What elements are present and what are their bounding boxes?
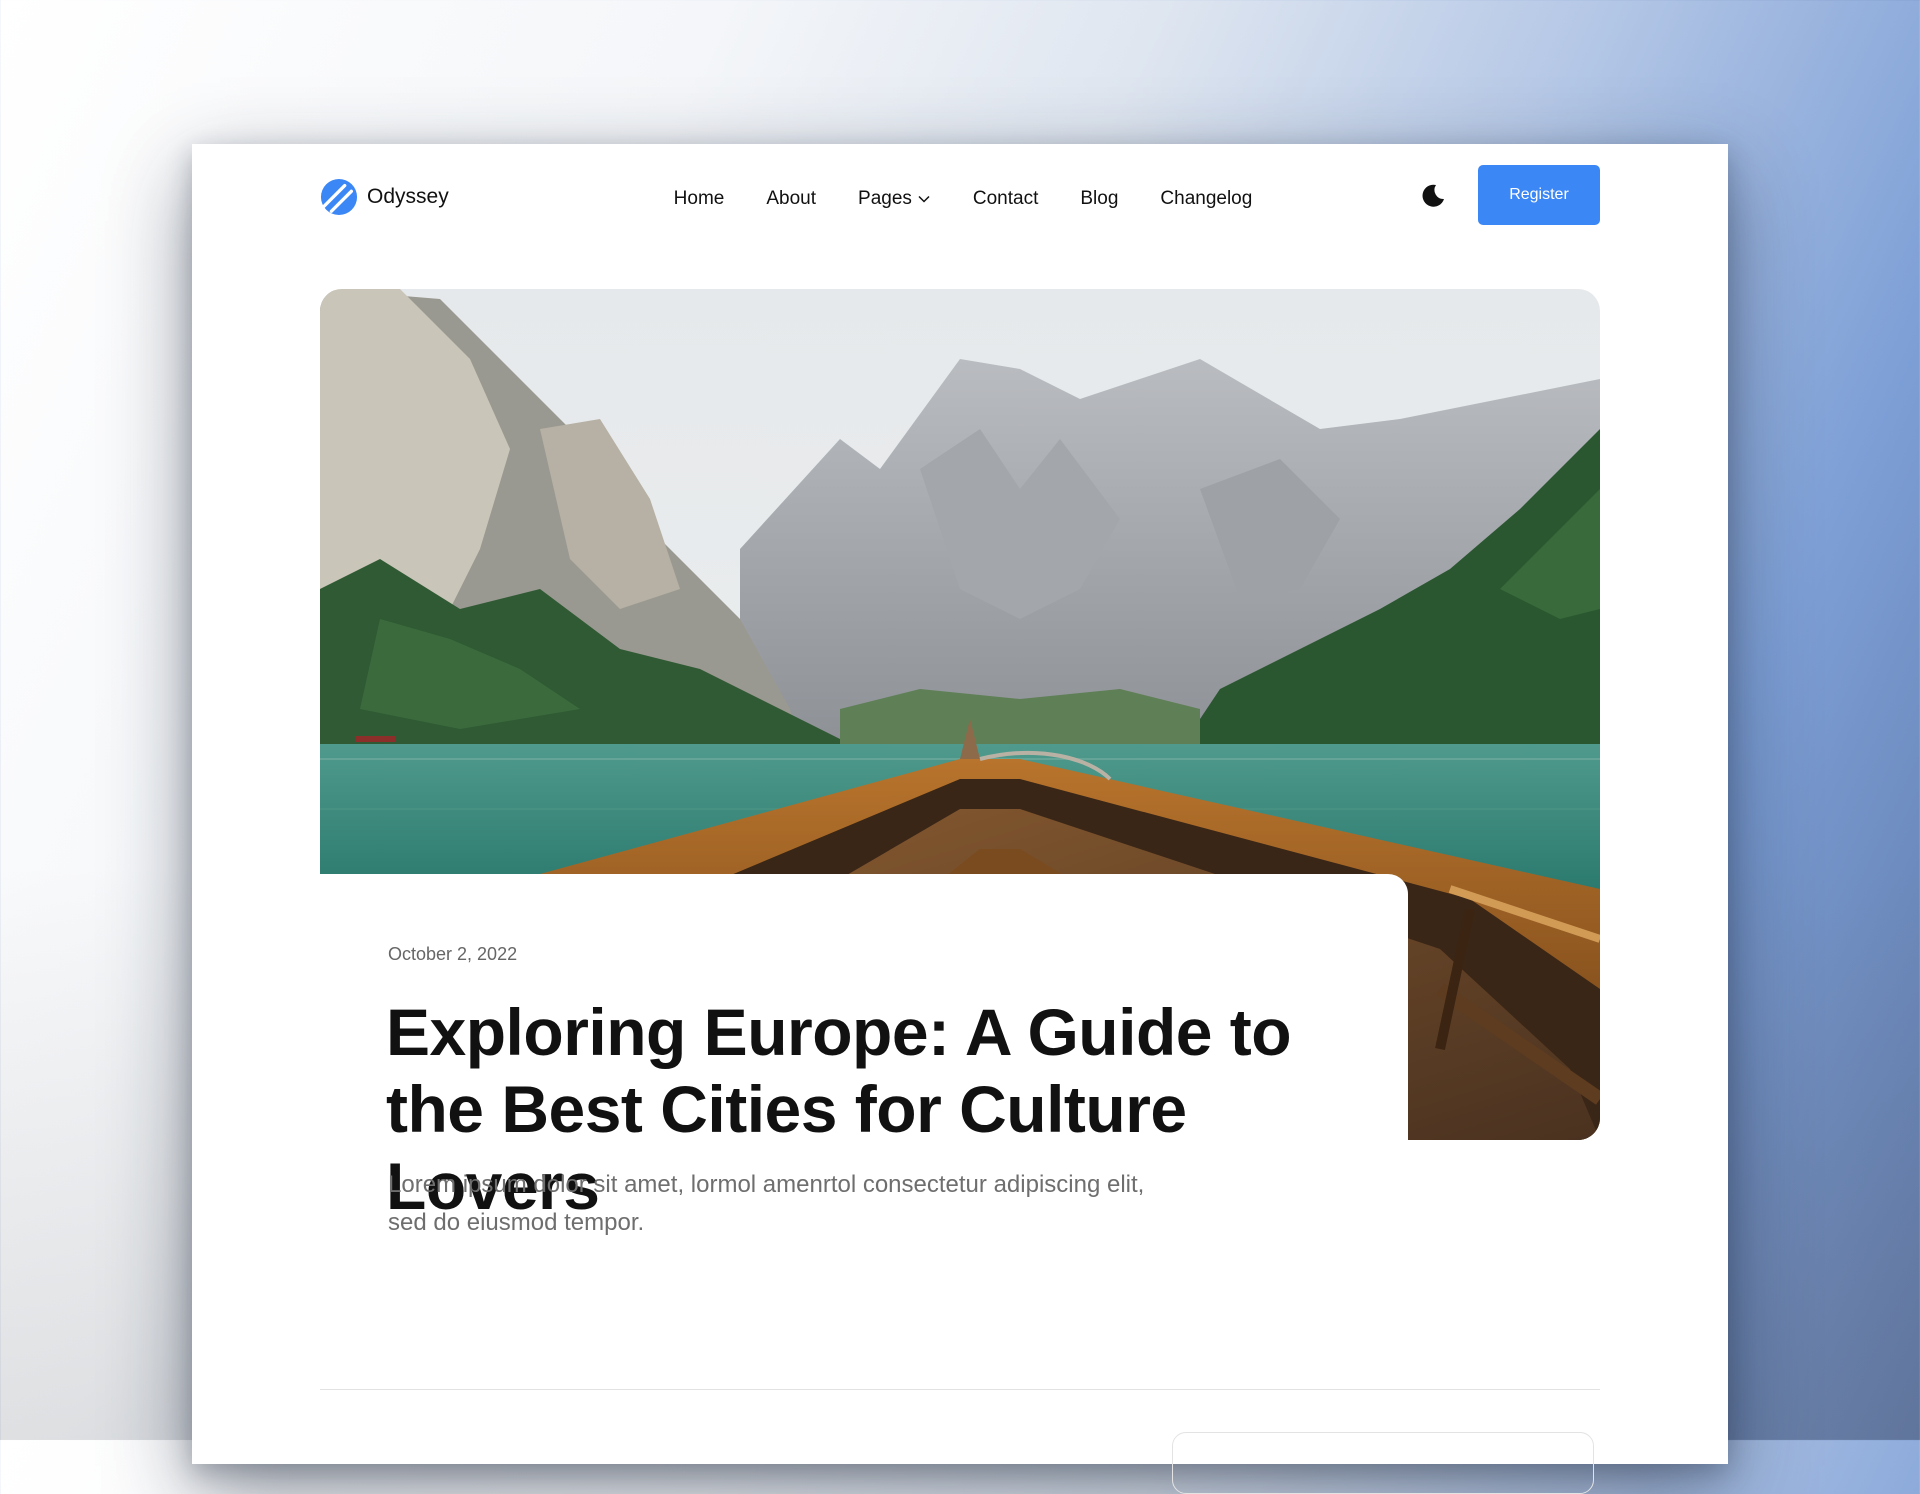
browser-window: Odyssey Home About Pages Contact Blog Ch… [192,144,1728,1494]
nav-pages-label: Pages [858,188,912,209]
nav-about[interactable]: About [766,184,816,214]
post-date: October 2, 2022 [388,944,518,964]
nav-pages[interactable]: Pages [858,184,931,214]
nav-blog[interactable]: Blog [1080,184,1118,214]
chevron-down-icon [918,195,930,203]
divider [320,1389,1600,1390]
post-excerpt: Lorem ipsum dolor sit amet, lormol amenr… [388,1171,1145,1236]
nav-changelog[interactable]: Changelog [1160,184,1252,214]
nav-contact[interactable]: Contact [973,184,1038,214]
nav-home[interactable]: Home [674,184,725,214]
moon-icon [1422,184,1444,207]
theme-toggle-button[interactable] [1417,180,1449,212]
partial-element [1172,1432,1594,1494]
register-button[interactable]: Register [1478,165,1600,225]
